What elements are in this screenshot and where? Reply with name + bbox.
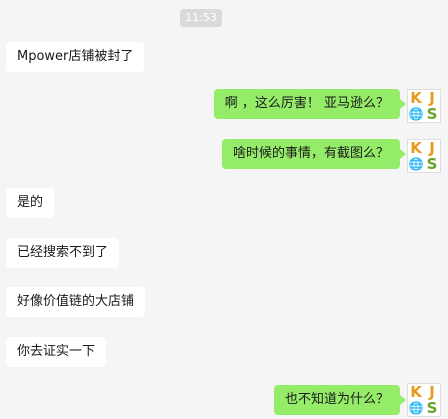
message-incoming[interactable]: 已经搜索不到了 — [6, 238, 120, 268]
message-incoming[interactable]: 你去证实一下 — [6, 337, 107, 367]
message-outgoing[interactable]: 啥时候的事情，有截图么？ — [221, 139, 407, 169]
message-incoming[interactable]: Mpower店铺被封了 — [6, 42, 145, 72]
avatar[interactable]: K J 🌐 S — [407, 139, 441, 173]
message-outgoing[interactable]: 也不知道为什么？ — [273, 385, 407, 415]
message-outgoing[interactable]: 啊 ，这么厉害！ 亚马逊么？ — [213, 89, 407, 119]
message-incoming[interactable]: 是的 — [6, 188, 55, 218]
chat-timestamp: 11:53 — [180, 9, 222, 27]
avatar-letter-k: K — [410, 88, 422, 107]
avatar-letter-k: K — [410, 138, 422, 157]
avatar-letter-s: S — [426, 154, 438, 173]
avatar[interactable]: K J 🌐 S — [407, 89, 441, 123]
avatar-letter-s: S — [426, 398, 438, 417]
avatar-letter-k: K — [410, 382, 422, 401]
message-incoming[interactable]: 好像价值链的大店铺 — [6, 287, 146, 317]
globe-icon: 🌐 — [408, 157, 424, 171]
globe-icon: 🌐 — [408, 107, 424, 121]
avatar-letter-j: J — [429, 138, 435, 157]
avatar-letter-s: S — [426, 104, 438, 123]
avatar[interactable]: K J 🌐 S — [407, 383, 441, 417]
globe-icon: 🌐 — [408, 401, 424, 415]
avatar-letter-j: J — [429, 88, 435, 107]
avatar-letter-j: J — [429, 382, 435, 401]
